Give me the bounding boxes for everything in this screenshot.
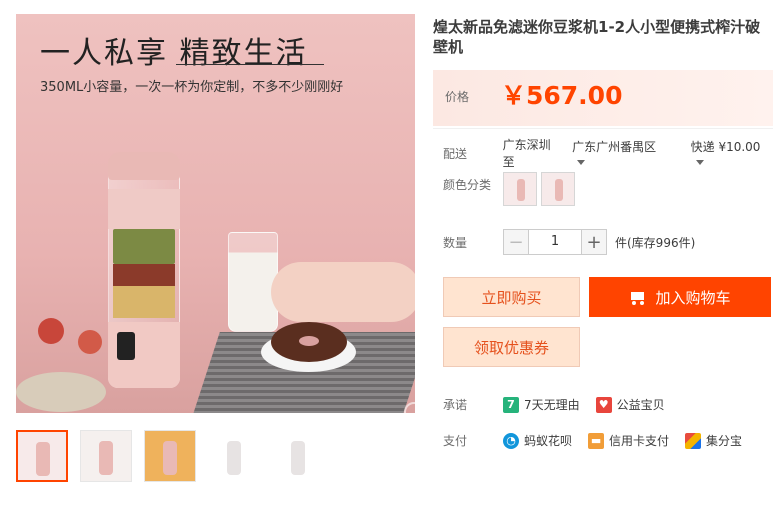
get-coupon-button[interactable]: 领取优惠券 bbox=[443, 327, 580, 367]
thumb-product-icon bbox=[36, 442, 50, 476]
payment-row: 支付 ◔ 蚂蚁花呗 ▬ 信用卡支付 集分宝 bbox=[443, 432, 758, 449]
shipping-fee: 快递 ¥10.00 bbox=[690, 139, 761, 154]
color-swatch-2[interactable] bbox=[541, 172, 575, 206]
swatch-product-icon bbox=[555, 179, 563, 201]
blender-band bbox=[108, 189, 180, 229]
thumb-product-icon bbox=[227, 441, 241, 475]
charity-text: 公益宝贝 bbox=[616, 398, 665, 412]
buy-now-button[interactable]: 立即购买 bbox=[443, 277, 580, 317]
chevron-down-icon bbox=[695, 159, 704, 165]
promise-row: 承诺 7 7天无理由 ♥ 公益宝贝 bbox=[443, 396, 681, 413]
jifenbao-payment[interactable]: 集分宝 bbox=[685, 432, 742, 449]
hero-subtitle: 350ML小容量，一次一杯为你定制，不多不少刚刚好 bbox=[40, 80, 344, 95]
shipping-row: 配送 广东深圳 至 广东广州番禺区 快递 ¥10.00 bbox=[443, 136, 773, 170]
chevron-down-icon bbox=[577, 159, 586, 165]
apple bbox=[78, 330, 102, 354]
jifenbao-icon bbox=[685, 432, 702, 449]
color-label: 颜色分类 bbox=[443, 178, 492, 192]
thumbnail-2[interactable] bbox=[80, 430, 132, 482]
shipping-destination-select[interactable]: 广东广州番禺区 bbox=[572, 138, 668, 169]
mung-beans bbox=[113, 229, 175, 264]
shipping-from: 广东深圳 至 bbox=[502, 138, 551, 169]
blender-display bbox=[117, 332, 135, 360]
get-coupon-label: 领取优惠券 bbox=[473, 338, 549, 357]
shipping-destination: 广东广州番禺区 bbox=[572, 139, 657, 154]
jifenbao-text: 集分宝 bbox=[706, 434, 743, 448]
milk-glass bbox=[228, 232, 278, 332]
price-value: ￥567.00 bbox=[501, 81, 623, 110]
thumb-product-icon bbox=[99, 441, 113, 475]
swatch-product-icon bbox=[517, 179, 525, 201]
credit-card-text: 信用卡支付 bbox=[609, 434, 670, 448]
red-beans bbox=[113, 264, 175, 286]
soy-beans bbox=[113, 286, 175, 318]
divider bbox=[433, 128, 773, 129]
charity-item[interactable]: ♥ 公益宝贝 bbox=[595, 396, 665, 413]
huabei-text: 蚂蚁花呗 bbox=[524, 434, 573, 448]
shipping-fee-select[interactable]: 快递 ¥10.00 bbox=[691, 138, 773, 169]
thumbnail-1[interactable] bbox=[16, 430, 68, 482]
hand bbox=[271, 262, 415, 322]
thumbnail-strip bbox=[16, 430, 324, 482]
main-product-image: 一人私享 精致生活 350ML小容量，一次一杯为你定制，不多不少刚刚好 bbox=[16, 14, 415, 413]
thumbnail-5[interactable] bbox=[272, 430, 324, 482]
heart-icon: ♥ bbox=[595, 396, 612, 413]
price-label: 价格 bbox=[445, 90, 470, 104]
cart-icon bbox=[629, 290, 645, 305]
seven-day-text: 7天无理由 bbox=[524, 398, 580, 412]
color-swatch-1[interactable] bbox=[503, 172, 537, 206]
payment-label: 支付 bbox=[443, 434, 468, 448]
quantity-increase-button[interactable]: + bbox=[581, 229, 607, 255]
color-row: 颜色分类 bbox=[443, 172, 579, 206]
bean-bowl bbox=[16, 372, 106, 412]
seven-day-icon: 7 bbox=[503, 396, 519, 413]
credit-card-icon: ▬ bbox=[588, 432, 605, 449]
donut-hole bbox=[299, 336, 319, 346]
huabei-payment[interactable]: ◔ 蚂蚁花呗 bbox=[503, 432, 572, 449]
product-title: 煌太新品免滤迷你豆浆机1-2人小型便携式榨汁破壁机 bbox=[433, 18, 761, 56]
promise-label: 承诺 bbox=[443, 398, 468, 412]
blender-cap bbox=[108, 152, 180, 180]
thumbnail-4[interactable] bbox=[208, 430, 260, 482]
add-to-cart-label: 加入购物车 bbox=[655, 288, 731, 307]
price-box: 价格 ￥567.00 bbox=[433, 70, 773, 126]
buy-now-label: 立即购买 bbox=[481, 288, 542, 307]
seven-day-return[interactable]: 7 7天无理由 bbox=[503, 396, 580, 413]
quantity-row: 数量 − 1 + 件(库存996件) bbox=[443, 229, 695, 255]
thumb-product-icon bbox=[163, 441, 177, 475]
add-to-cart-button[interactable]: 加入购物车 bbox=[589, 277, 771, 317]
thumb-product-icon bbox=[291, 441, 305, 475]
shipping-label: 配送 bbox=[443, 146, 468, 161]
huabei-icon: ◔ bbox=[503, 432, 519, 449]
stock-text: 件(库存996件) bbox=[615, 235, 696, 250]
apple bbox=[38, 318, 64, 344]
hero-divider bbox=[176, 64, 324, 65]
quantity-decrease-button[interactable]: − bbox=[503, 229, 529, 255]
thumbnail-3[interactable] bbox=[144, 430, 196, 482]
credit-card-payment[interactable]: ▬ 信用卡支付 bbox=[588, 432, 669, 449]
quantity-label: 数量 bbox=[443, 235, 468, 250]
quantity-input[interactable]: 1 bbox=[529, 229, 581, 255]
hero-title: 一人私享 精致生活 bbox=[40, 36, 308, 71]
